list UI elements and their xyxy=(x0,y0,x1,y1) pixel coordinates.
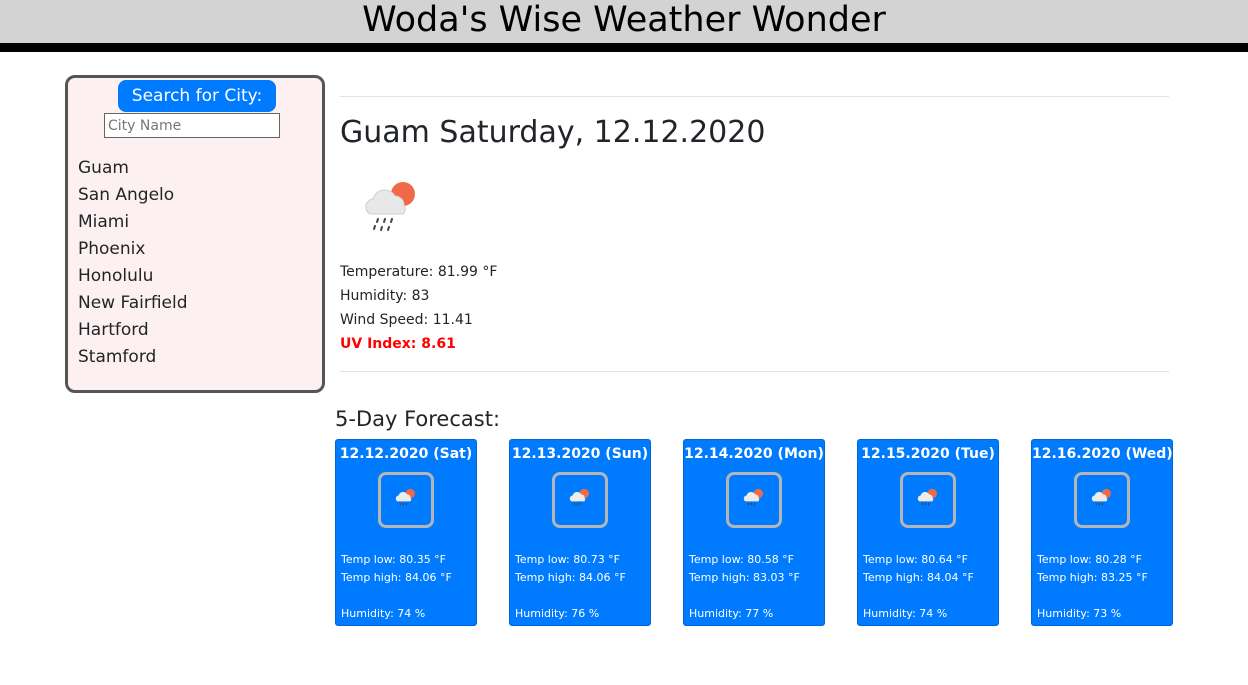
current-city-date: Guam Saturday, 12.12.2020 xyxy=(340,115,766,150)
forecast-temp-low: Temp low: 80.64 °F xyxy=(863,553,969,566)
forecast-humidity: Humidity: 76 % xyxy=(515,607,600,620)
city-history-item[interactable]: Miami xyxy=(78,209,188,236)
cloud-rain-sun-icon xyxy=(917,488,937,506)
forecast-temp-high: Temp high: 84.04 °F xyxy=(863,571,974,584)
city-history-list: Guam San Angelo Miami Phoenix Honolulu N… xyxy=(78,155,188,371)
forecast-date: 12.13.2020 (Sun) xyxy=(511,446,649,462)
bottom-divider xyxy=(340,371,1169,372)
forecast-temp-high: Temp high: 83.03 °F xyxy=(689,571,800,584)
forecast-icon-frame xyxy=(726,472,782,528)
cloud-rain-sun-icon xyxy=(395,488,415,506)
city-history-item[interactable]: New Fairfield xyxy=(78,290,188,317)
city-history-item[interactable]: Phoenix xyxy=(78,236,188,263)
current-humidity: Humidity: 83 xyxy=(340,288,430,304)
forecast-humidity: Humidity: 73 % xyxy=(1037,607,1122,620)
forecast-temp-high: Temp high: 84.06 °F xyxy=(515,571,626,584)
forecast-card: 12.14.2020 (Mon) Temp low: 80.58 °F Temp… xyxy=(683,439,825,626)
forecast-date: 12.12.2020 (Sat) xyxy=(339,446,473,462)
cloud-rain-sun-icon xyxy=(743,488,763,506)
forecast-temp-low: Temp low: 80.58 °F xyxy=(689,553,795,566)
city-history-item[interactable]: San Angelo xyxy=(78,182,188,209)
cloud-rain-sun-icon xyxy=(1091,488,1111,506)
forecast-title: 5-Day Forecast: xyxy=(335,407,501,431)
forecast-humidity: Humidity: 77 % xyxy=(689,607,774,620)
forecast-temp-low: Temp low: 80.28 °F xyxy=(1037,553,1143,566)
current-uv-index: UV Index: 8.61 xyxy=(340,336,456,352)
current-stats: Temperature: 81.99 °F Humidity: 83 Wind … xyxy=(340,260,497,356)
forecast-card: 12.13.2020 (Sun) Temp low: 80.73 °F Temp… xyxy=(509,439,651,626)
city-history-item[interactable]: Hartford xyxy=(78,317,188,344)
top-divider xyxy=(340,96,1169,97)
forecast-icon-frame xyxy=(1074,472,1130,528)
city-search-input[interactable] xyxy=(104,113,280,138)
city-history-item[interactable]: Honolulu xyxy=(78,263,188,290)
app-title: Woda's Wise Weather Wonder xyxy=(362,0,886,40)
forecast-date: 12.16.2020 (Wed) xyxy=(1032,446,1173,462)
forecast-temp-low: Temp low: 80.35 °F xyxy=(341,553,447,566)
forecast-temp-high: Temp high: 83.25 °F xyxy=(1037,571,1148,584)
forecast-date: 12.14.2020 (Mon) xyxy=(684,446,824,462)
forecast-temp-low: Temp low: 80.73 °F xyxy=(515,553,621,566)
city-history-item[interactable]: Guam xyxy=(78,155,188,182)
forecast-humidity: Humidity: 74 % xyxy=(341,607,426,620)
search-city-label: Search for City: xyxy=(118,80,276,112)
forecast-card: 12.15.2020 (Tue) Temp low: 80.64 °F Temp… xyxy=(857,439,999,626)
search-sidebar: Search for City: Guam San Angelo Miami P… xyxy=(65,75,325,393)
forecast-icon-frame xyxy=(378,472,434,528)
city-history-item[interactable]: Stamford xyxy=(78,344,188,371)
forecast-card: 12.12.2020 (Sat) Temp low: 80.35 °F Temp… xyxy=(335,439,477,626)
forecast-temp-high: Temp high: 84.06 °F xyxy=(341,571,452,584)
forecast-icon-frame xyxy=(552,472,608,528)
current-wind-speed: Wind Speed: 11.41 xyxy=(340,312,473,328)
forecast-card: 12.16.2020 (Wed) Temp low: 80.28 °F Temp… xyxy=(1031,439,1173,626)
forecast-humidity: Humidity: 74 % xyxy=(863,607,948,620)
cloud-rain-sun-icon xyxy=(365,182,415,231)
forecast-date: 12.15.2020 (Tue) xyxy=(861,446,995,462)
app-header: Woda's Wise Weather Wonder xyxy=(0,0,1248,52)
current-temperature: Temperature: 81.99 °F xyxy=(340,264,498,280)
cloud-rain-sun-icon xyxy=(569,488,589,506)
forecast-icon-frame xyxy=(900,472,956,528)
